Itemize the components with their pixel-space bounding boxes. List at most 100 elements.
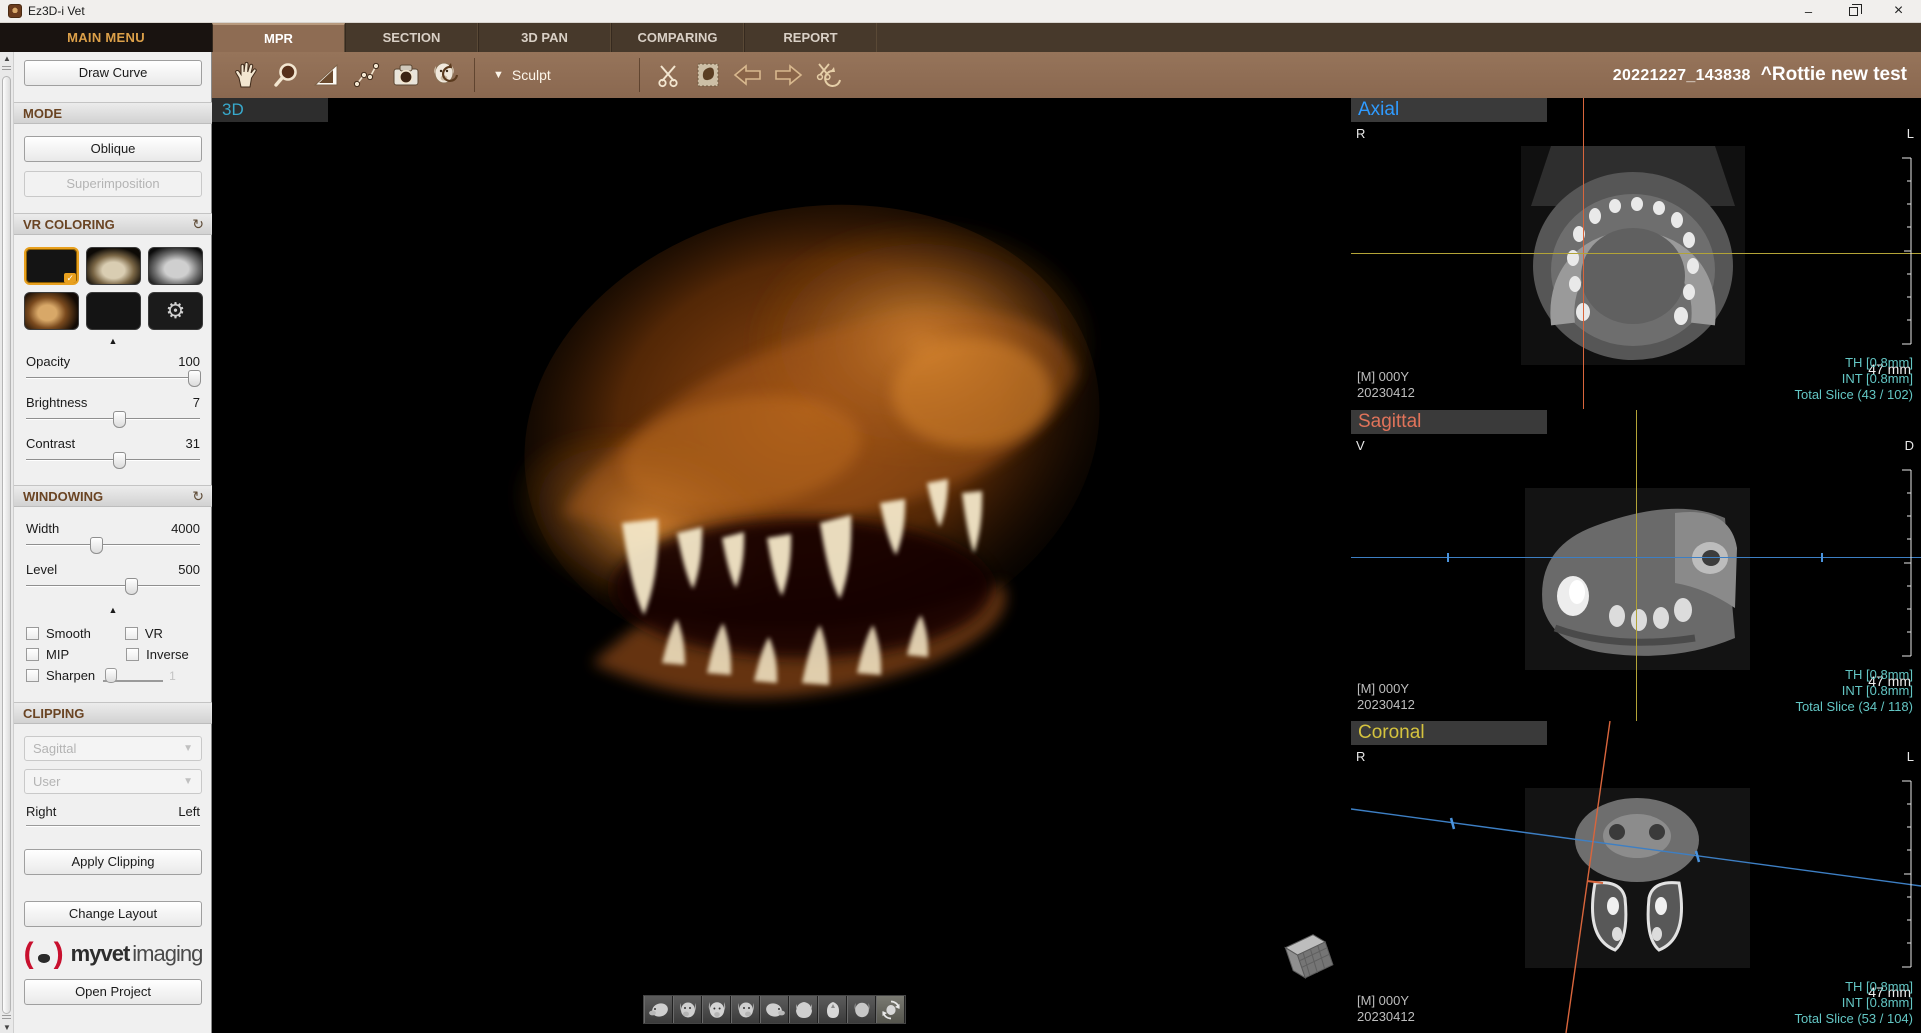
- contrast-slider[interactable]: [26, 451, 200, 469]
- restore-icon: [1849, 7, 1858, 16]
- refresh-icon[interactable]: ↻: [192, 486, 204, 507]
- scroll-gripper[interactable]: [2, 66, 11, 70]
- slice-meta: TH [0.8mm] INT [0.8mm] Total Slice (34 /…: [1795, 667, 1913, 715]
- pan-tool-button[interactable]: [226, 55, 266, 95]
- level-slider[interactable]: [26, 577, 200, 595]
- clipping-right-label: Right: [26, 804, 56, 819]
- view-front-left-button[interactable]: [673, 996, 702, 1023]
- apply-clipping-button[interactable]: Apply Clipping: [24, 849, 202, 875]
- scrollbar-thumb[interactable]: [2, 76, 11, 1014]
- minimize-button[interactable]: –: [1786, 0, 1831, 22]
- view-front-right-button[interactable]: [731, 996, 760, 1023]
- draw-curve-button[interactable]: Draw Curve: [24, 60, 202, 86]
- level-slider-thumb[interactable]: [125, 578, 138, 595]
- sharpen-slider-thumb[interactable]: [105, 668, 117, 683]
- opacity-slider[interactable]: [26, 369, 200, 387]
- hand-icon: [232, 61, 260, 89]
- tab-section[interactable]: SECTION: [345, 23, 478, 52]
- coronal-crosshair-line[interactable]: [1351, 253, 1921, 254]
- smooth-checkbox[interactable]: [26, 627, 39, 640]
- crosshair-handle[interactable]: [1821, 553, 1823, 562]
- slice-interval: INT [0.8mm]: [1794, 995, 1913, 1011]
- sharpen-checkbox[interactable]: [26, 669, 39, 682]
- view-bottom-button[interactable]: [818, 996, 847, 1023]
- axial-crosshair-line[interactable]: [1351, 557, 1921, 558]
- brightness-slider[interactable]: [26, 410, 200, 428]
- brightness-slider-thumb[interactable]: [113, 411, 126, 428]
- tab-mpr[interactable]: MPR: [212, 23, 345, 52]
- reset-rotation-button[interactable]: [426, 55, 466, 95]
- mip-checkbox[interactable]: [26, 648, 39, 661]
- vr-preset-custom[interactable]: ⚙: [148, 292, 203, 330]
- scroll-up-icon[interactable]: ▲: [0, 54, 14, 63]
- measure-tool-button[interactable]: [346, 55, 386, 95]
- sculpt-cut-button[interactable]: [648, 55, 688, 95]
- brightness-value: 7: [193, 395, 200, 410]
- tab-report[interactable]: REPORT: [744, 23, 877, 52]
- view-left-profile-button[interactable]: [644, 996, 673, 1023]
- inverse-checkbox[interactable]: [126, 648, 139, 661]
- sculpt-reset-button[interactable]: [808, 55, 848, 95]
- tab-comparing[interactable]: COMPARING: [611, 23, 744, 52]
- width-slider[interactable]: [26, 536, 200, 554]
- collapse-arrow-icon[interactable]: ▲: [14, 605, 212, 615]
- oblique-button[interactable]: Oblique: [24, 136, 202, 162]
- sculpt-label: Sculpt: [512, 67, 551, 83]
- rotate-view-button[interactable]: [876, 996, 905, 1023]
- dog-rotate-icon: [431, 61, 461, 89]
- orientation-marker-right: L: [1907, 126, 1914, 141]
- sidebar-scrollbar[interactable]: ▲ ▼: [0, 52, 14, 1033]
- sagittal-view[interactable]: Sagittal V D 47 mm [M] 000Y 20230412 TH …: [1351, 410, 1921, 721]
- scroll-gripper[interactable]: [2, 1015, 11, 1019]
- main-menu-header[interactable]: MAIN MENU: [0, 23, 212, 52]
- scale-ruler[interactable]: [1901, 156, 1913, 346]
- vr-preset-bone-tan[interactable]: ✓: [24, 247, 79, 285]
- view-front-button[interactable]: [702, 996, 731, 1023]
- restore-button[interactable]: [1831, 0, 1876, 22]
- scale-ruler[interactable]: [1901, 779, 1913, 969]
- undo-button[interactable]: [728, 55, 768, 95]
- close-button[interactable]: ×: [1876, 0, 1921, 22]
- capture-tool-button[interactable]: [386, 55, 426, 95]
- 3d-viewport[interactable]: 3D: [212, 98, 1351, 1033]
- app-icon: [8, 4, 22, 18]
- width-slider-thumb[interactable]: [90, 537, 103, 554]
- view-right-profile-button[interactable]: [760, 996, 789, 1023]
- zoom-tool-button[interactable]: [266, 55, 306, 95]
- contrast-slider-thumb[interactable]: [113, 452, 126, 469]
- collapse-arrow-icon[interactable]: ▲: [14, 336, 212, 346]
- view-top-button[interactable]: [789, 996, 818, 1023]
- scale-ruler[interactable]: [1901, 468, 1913, 658]
- chevron-down-icon: ▼: [493, 69, 504, 81]
- change-layout-button[interactable]: Change Layout: [24, 901, 202, 927]
- windowing-tool-button[interactable]: [306, 55, 346, 95]
- tab-3d-pan[interactable]: 3D PAN: [478, 23, 611, 52]
- open-project-button[interactable]: Open Project: [24, 979, 202, 1005]
- orientation-cube[interactable]: [1274, 925, 1338, 987]
- opacity-slider-thumb[interactable]: [188, 370, 201, 387]
- scroll-down-icon[interactable]: ▼: [0, 1023, 14, 1032]
- mode-title: MODE: [23, 106, 62, 121]
- vr-preset-soft-tissue[interactable]: [24, 292, 79, 330]
- coronal-crosshair-line[interactable]: [1636, 410, 1637, 721]
- redo-button[interactable]: [768, 55, 808, 95]
- vr-label: VR: [145, 626, 163, 641]
- slice-interval: INT [0.8mm]: [1795, 683, 1913, 699]
- vr-preset-grayscale[interactable]: [148, 247, 203, 285]
- vr-preset-skeleton-organs[interactable]: [86, 292, 141, 330]
- superimposition-button: Superimposition: [24, 171, 202, 197]
- vr-preset-bone-cream[interactable]: [86, 247, 141, 285]
- refresh-icon[interactable]: ↻: [192, 214, 204, 235]
- sharpen-slider[interactable]: [103, 668, 163, 684]
- sculpt-dropdown[interactable]: ▼ Sculpt: [493, 67, 551, 83]
- vr-checkbox[interactable]: [125, 627, 138, 640]
- axial-view[interactable]: Axial R L 47 mm [M] 000Y 20230412 TH [0.…: [1351, 98, 1921, 409]
- sculpt-patch-button[interactable]: [688, 55, 728, 95]
- crosshair-handle[interactable]: [1447, 553, 1449, 562]
- smooth-label: Smooth: [46, 626, 91, 641]
- view-back-button[interactable]: [847, 996, 876, 1023]
- vr-coloring-title: VR COLORING: [23, 217, 115, 232]
- coronal-view[interactable]: Coronal R L 47 mm [M] 000Y 20230412 TH […: [1351, 721, 1921, 1033]
- coronal-view-title: Coronal: [1351, 721, 1547, 745]
- camera-icon: [391, 61, 421, 89]
